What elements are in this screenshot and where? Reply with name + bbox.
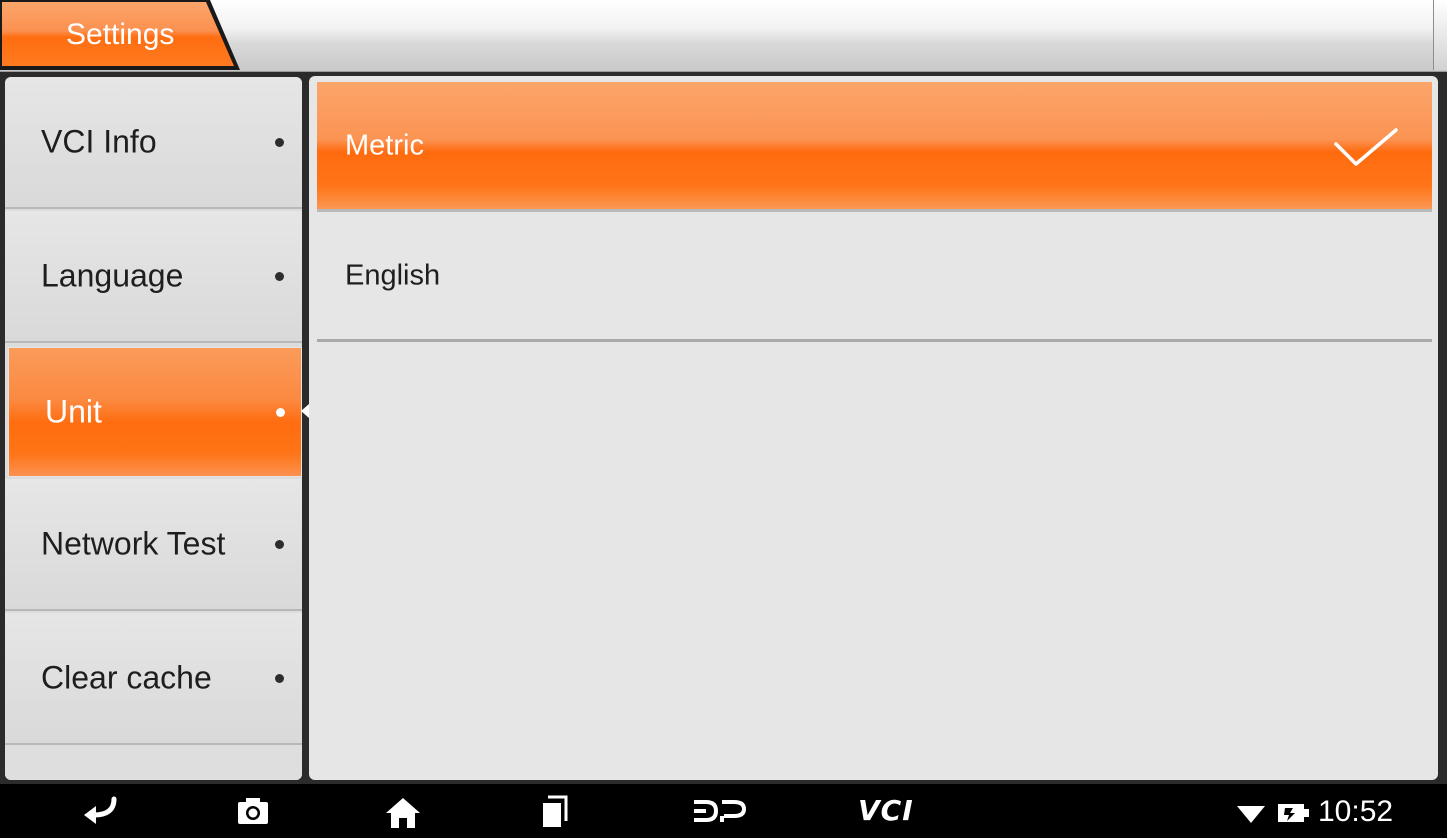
battery-charging-icon <box>1278 804 1309 822</box>
selection-pointer-icon <box>301 404 309 418</box>
unit-options-panel: Metric English <box>309 76 1438 780</box>
option-label: English <box>345 259 441 291</box>
home-button[interactable] <box>378 784 428 838</box>
bullet-dot-icon <box>275 138 284 147</box>
recent-apps-icon <box>543 795 568 827</box>
vci-icon: VCI <box>858 794 914 827</box>
dp-button[interactable] <box>690 784 750 838</box>
menu-item-vci-info[interactable]: VCI Info <box>5 77 302 209</box>
page-title: Settings <box>66 18 175 51</box>
back-icon <box>84 796 117 824</box>
system-navigation-bar: VCI 10:52 <box>0 784 1447 838</box>
menu-item-clear-cache[interactable]: Clear cache <box>5 613 302 745</box>
bullet-dot-icon <box>275 272 284 281</box>
menu-item-label: Network Test <box>41 525 226 562</box>
screenshot-icon <box>238 798 268 824</box>
bullet-dot-icon <box>276 408 285 417</box>
wifi-icon <box>1237 806 1265 823</box>
menu-item-label: Clear cache <box>41 659 212 696</box>
settings-title-tab: Settings <box>0 0 240 70</box>
menu-item-network-test[interactable]: Network Test <box>5 479 302 611</box>
settings-menu: VCI Info Language Unit Network Test Clea… <box>5 77 302 780</box>
title-bar-endcap <box>1433 0 1447 70</box>
bullet-dot-icon <box>275 540 284 549</box>
title-bar: Settings <box>0 0 1447 72</box>
vci-button[interactable]: VCI <box>850 784 930 838</box>
recent-apps-button[interactable] <box>532 784 582 838</box>
home-icon <box>386 798 420 828</box>
bullet-dot-icon <box>275 674 284 683</box>
option-english[interactable]: English <box>317 212 1432 342</box>
menu-item-label: Unit <box>45 393 102 430</box>
menu-empty-slot <box>5 745 302 780</box>
checkmark-icon <box>1334 128 1398 166</box>
menu-item-label: VCI Info <box>41 123 157 160</box>
menu-item-language[interactable]: Language <box>5 211 302 343</box>
dp-icon <box>694 800 746 822</box>
screenshot-button[interactable] <box>230 784 280 838</box>
menu-item-unit[interactable]: Unit <box>8 347 302 477</box>
menu-item-label: Language <box>41 257 184 294</box>
status-bar-clock: 10:52 <box>1318 795 1394 828</box>
back-button[interactable] <box>70 784 130 838</box>
option-metric[interactable]: Metric <box>317 82 1432 212</box>
option-label: Metric <box>345 129 424 161</box>
